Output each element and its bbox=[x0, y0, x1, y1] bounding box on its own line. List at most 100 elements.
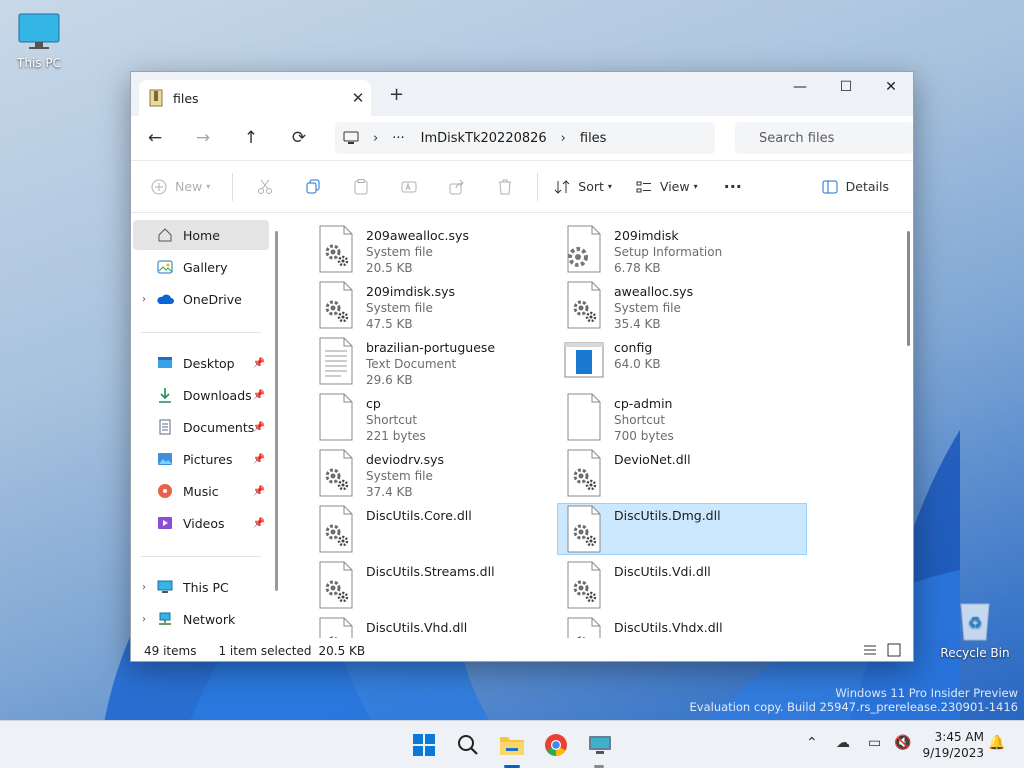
file-item[interactable]: cp-admin Shortcut 700 bytes bbox=[557, 391, 807, 443]
file-item[interactable]: config 64.0 KB bbox=[557, 335, 807, 387]
search-input[interactable]: Search files bbox=[735, 122, 913, 154]
sidebar-item-pictures[interactable]: Pictures 📌 bbox=[133, 444, 269, 474]
notification-bell-icon[interactable]: 🔔 bbox=[988, 735, 1005, 751]
details-view-button[interactable] bbox=[863, 643, 877, 660]
view-list-icon bbox=[636, 181, 651, 192]
share-button[interactable] bbox=[433, 160, 481, 213]
taskbar-chrome[interactable] bbox=[540, 729, 572, 761]
sidebar-item-documents[interactable]: Documents 📌 bbox=[133, 412, 269, 442]
title-bar: files ✕ + — ☐ ✕ bbox=[131, 72, 913, 116]
file-text: brazilian-portuguese Text Document 29.6 KB bbox=[366, 336, 495, 388]
chevron-right-icon[interactable]: › bbox=[133, 582, 155, 593]
clock-time: 3:45 AM bbox=[934, 730, 984, 744]
monitor-icon bbox=[18, 13, 60, 49]
svg-text:♻: ♻ bbox=[968, 613, 982, 632]
file-item[interactable]: DiscUtils.Core.dll bbox=[309, 503, 559, 555]
tab-files[interactable]: files ✕ bbox=[139, 80, 371, 116]
breadcrumb-more[interactable]: ··· bbox=[392, 131, 404, 146]
file-item[interactable]: DevioNet.dll bbox=[557, 447, 807, 499]
sort-button[interactable]: Sort ▾ bbox=[546, 160, 624, 213]
file-item[interactable]: brazilian-portuguese Text Document 29.6 KB bbox=[309, 335, 559, 387]
maximize-button[interactable]: ☐ bbox=[823, 72, 869, 102]
content-scrollbar[interactable] bbox=[907, 231, 910, 346]
file-item[interactable]: DiscUtils.Vhd.dll bbox=[309, 615, 559, 638]
sidebar-item-this-pc[interactable]: › This PC bbox=[133, 572, 269, 602]
music-icon bbox=[155, 483, 175, 499]
file-item[interactable]: awealloc.sys System file 35.4 KB bbox=[557, 279, 807, 331]
file-size: 29.6 KB bbox=[366, 373, 413, 387]
onedrive-offline-icon[interactable]: ☁ bbox=[836, 735, 850, 751]
tiles-view-button[interactable] bbox=[887, 643, 901, 660]
file-size: 37.4 KB bbox=[366, 485, 413, 499]
sidebar-item-network[interactable]: › Network bbox=[133, 604, 269, 634]
chevron-right-icon[interactable]: › bbox=[133, 614, 155, 625]
sidebar-item-downloads[interactable]: Downloads 📌 bbox=[133, 380, 269, 410]
desktop-recycle-bin[interactable]: ♻ Recycle Bin bbox=[940, 598, 1010, 660]
sidebar-item-label: Documents bbox=[183, 419, 255, 435]
file-item[interactable]: DiscUtils.Streams.dll bbox=[309, 559, 559, 611]
file-item[interactable]: DiscUtils.Dmg.dll bbox=[557, 503, 807, 555]
file-name: awealloc.sys bbox=[614, 284, 694, 299]
minimize-button[interactable]: — bbox=[777, 72, 823, 102]
pin-icon[interactable]: 📌 bbox=[253, 518, 265, 529]
more-options-button[interactable]: ··· bbox=[710, 160, 756, 213]
refresh-button[interactable]: ⟳ bbox=[275, 116, 323, 160]
view-button[interactable]: View ▾ bbox=[624, 160, 710, 213]
new-button[interactable]: New ▾ bbox=[131, 160, 224, 213]
file-item[interactable]: deviodrv.sys System file 37.4 KB bbox=[309, 447, 559, 499]
pin-icon[interactable]: 📌 bbox=[253, 454, 265, 465]
close-button[interactable]: ✕ bbox=[868, 72, 913, 102]
breadcrumb-imdisktk[interactable]: ImDiskTk20220826 bbox=[421, 131, 547, 146]
file-item[interactable]: cp Shortcut 221 bytes bbox=[309, 391, 559, 443]
sidebar-item-gallery[interactable]: Gallery bbox=[133, 252, 269, 282]
sidebar-item-onedrive[interactable]: › OneDrive bbox=[133, 284, 269, 314]
computer-icon bbox=[343, 131, 359, 144]
pin-icon[interactable]: 📌 bbox=[253, 486, 265, 497]
taskbar-search-button[interactable] bbox=[452, 729, 484, 761]
sidebar-item-home[interactable]: Home bbox=[133, 220, 269, 250]
delete-button[interactable] bbox=[481, 160, 529, 213]
tab-close-button[interactable]: ✕ bbox=[345, 89, 371, 107]
pin-icon[interactable]: 📌 bbox=[253, 358, 265, 369]
back-button[interactable]: ← bbox=[131, 116, 179, 160]
sidebar-item-videos[interactable]: Videos 📌 bbox=[133, 508, 269, 538]
sort-icon bbox=[554, 179, 570, 194]
paste-button[interactable] bbox=[337, 160, 385, 213]
sidebar-item-desktop[interactable]: Desktop 📌 bbox=[133, 348, 269, 378]
details-button[interactable]: Details bbox=[822, 160, 913, 213]
copy-button[interactable] bbox=[289, 160, 337, 213]
file-text: awealloc.sys System file 35.4 KB bbox=[614, 280, 693, 332]
file-item[interactable]: 209awealloc.sys System file 20.5 KB bbox=[309, 223, 559, 275]
details-pane-icon bbox=[822, 180, 838, 193]
folder-icon bbox=[500, 737, 524, 755]
new-tab-button[interactable]: + bbox=[389, 84, 404, 105]
taskbar-file-explorer[interactable] bbox=[496, 729, 528, 768]
desktop-this-pc[interactable]: This PC bbox=[4, 12, 74, 70]
address-bar[interactable]: › ··· ImDiskTk20220826 › files bbox=[335, 122, 715, 154]
sidebar-scrollbar[interactable] bbox=[275, 231, 278, 591]
file-item[interactable]: 209imdisk Setup Information 6.78 KB bbox=[557, 223, 807, 275]
taskbar: ⌃ ☁ ▭ 🔇 3:45 AM 9/19/2023 🔔 bbox=[0, 720, 1024, 768]
desktop-icon bbox=[155, 356, 175, 370]
new-label: New bbox=[175, 179, 203, 194]
forward-button[interactable]: → bbox=[179, 116, 227, 160]
breadcrumb-files[interactable]: files bbox=[580, 131, 607, 146]
start-button[interactable] bbox=[408, 729, 440, 761]
up-button[interactable]: ↑ bbox=[227, 116, 275, 160]
network-icon[interactable]: ▭ bbox=[868, 735, 881, 751]
system-clock[interactable]: 3:45 AM 9/19/2023 bbox=[922, 729, 984, 761]
rename-button[interactable] bbox=[385, 160, 433, 213]
file-item[interactable]: DiscUtils.Vhdx.dll bbox=[557, 615, 807, 638]
copy-icon bbox=[306, 179, 320, 193]
taskbar-remote-app[interactable] bbox=[584, 729, 616, 768]
file-size: 64.0 KB bbox=[614, 357, 661, 371]
cut-button[interactable] bbox=[241, 160, 289, 213]
pin-icon[interactable]: 📌 bbox=[253, 390, 265, 401]
chevron-up-icon[interactable]: ⌃ bbox=[806, 735, 818, 751]
chevron-right-icon[interactable]: › bbox=[133, 294, 155, 305]
file-item[interactable]: 209imdisk.sys System file 47.5 KB bbox=[309, 279, 559, 331]
volume-muted-icon[interactable]: 🔇 bbox=[894, 735, 911, 751]
sidebar-item-music[interactable]: Music 📌 bbox=[133, 476, 269, 506]
file-item[interactable]: DiscUtils.Vdi.dll bbox=[557, 559, 807, 611]
pin-icon[interactable]: 📌 bbox=[253, 422, 265, 433]
